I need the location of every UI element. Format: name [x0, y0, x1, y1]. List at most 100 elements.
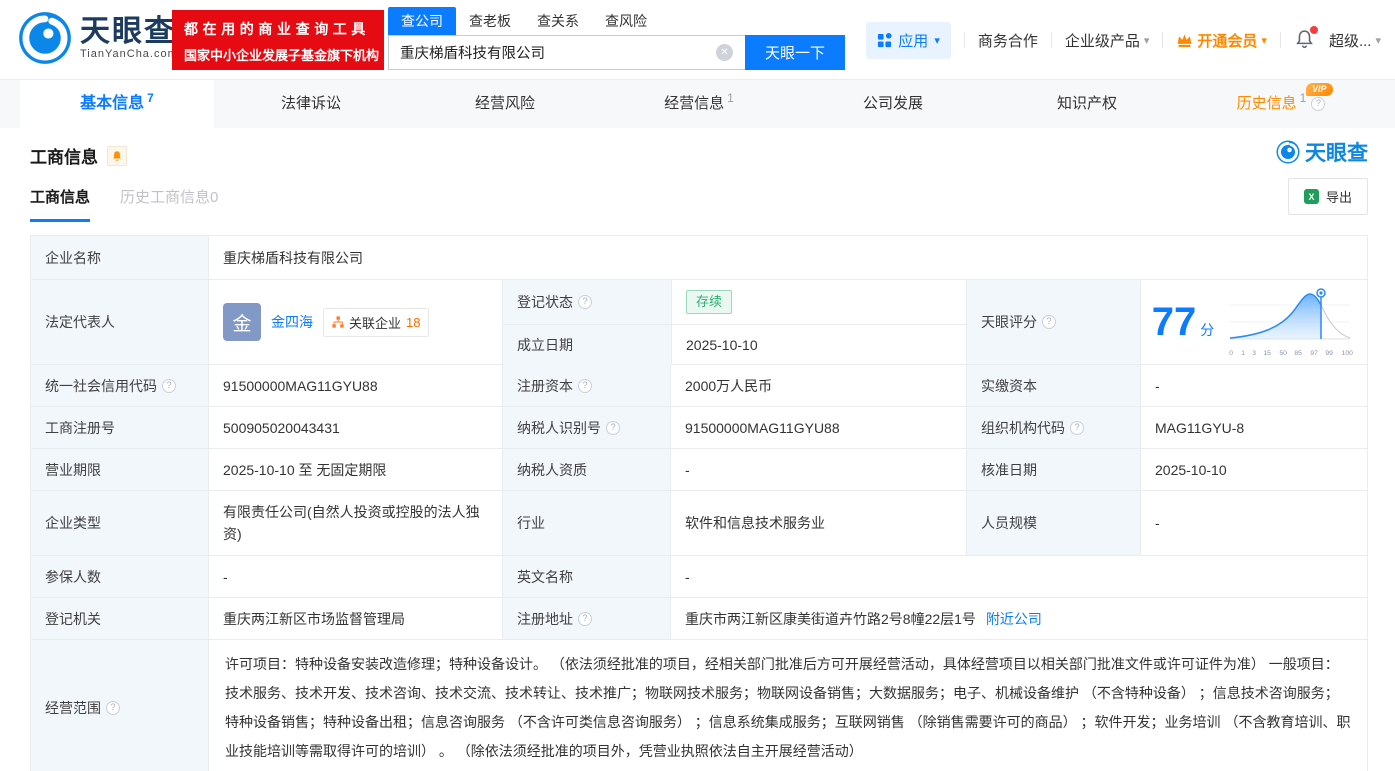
menu-divider — [1050, 32, 1052, 48]
field-org-code-value: MAG11GYU-8 — [1140, 407, 1367, 448]
help-icon[interactable] — [1311, 97, 1326, 111]
field-insured-count-label: 参保人数 — [31, 556, 208, 597]
business-info-subtabs: 工商信息 历史工商信息0 — [30, 186, 1395, 222]
tab-label: 历史信息 — [1236, 95, 1297, 112]
field-taxpayer-quality-label: 纳税人资质 — [502, 449, 670, 490]
notification-bell-icon[interactable] — [1294, 26, 1318, 52]
help-icon[interactable] — [162, 378, 176, 393]
field-company-type-label: 企业类型 — [31, 491, 208, 555]
help-icon[interactable] — [1042, 315, 1056, 329]
subtab-history-business-info[interactable]: 历史工商信息0 — [120, 186, 218, 222]
search-tab-company[interactable]: 查公司 — [388, 7, 456, 35]
notification-dot — [1309, 26, 1318, 34]
search-input[interactable] — [388, 35, 745, 70]
table-row: 经营范围 许可项目：特种设备安装改造修理；特种设备设计。 （依法须经批准的项目，… — [31, 639, 1367, 771]
table-row: 企业名称 重庆梯盾科技有限公司 — [31, 236, 1367, 279]
help-icon[interactable] — [578, 611, 592, 626]
field-english-name-label: 英文名称 — [502, 556, 670, 597]
section-title: 工商信息 — [30, 148, 98, 167]
tianyancha-watermark: 天眼查 — [1276, 137, 1368, 167]
field-reg-address-value: 重庆市两江新区康美街道卉竹路2号8幢22层1号 附近公司 — [670, 598, 1367, 639]
tab-legal-litigation[interactable]: 法律诉讼 — [214, 80, 408, 128]
tab-label: 经营风险 — [474, 95, 535, 112]
field-org-code-label: 组织机构代码 — [966, 407, 1140, 448]
tab-operation-risk[interactable]: 经营风险 — [408, 80, 602, 128]
nearby-companies-link[interactable]: 附近公司 — [986, 609, 1042, 629]
field-taxpayer-quality-value: - — [670, 449, 966, 490]
field-reg-authority-value: 重庆两江新区市场监督管理局 — [208, 598, 502, 639]
field-industry-value: 软件和信息技术服务业 — [670, 491, 966, 555]
tab-company-development[interactable]: 公司发展 — [796, 80, 990, 128]
score-number: 77 — [1151, 300, 1197, 344]
apps-menu-button[interactable]: 应用 — [866, 21, 951, 59]
score-chart-axis: 0 1 3 15 50 85 97 99 100 — [1229, 348, 1353, 357]
bell-icon — [113, 150, 121, 161]
promo-banner: 都在用的商业查询工具 国家中小企业发展子基金旗下机构 — [172, 10, 384, 70]
menu-divider — [1279, 32, 1281, 48]
help-icon[interactable] — [606, 420, 620, 435]
field-credit-code-value: 91500000MAG11GYU88 — [208, 365, 502, 406]
field-reg-number-value: 500905020043431 — [208, 407, 502, 448]
field-business-scope-label: 经营范围 — [31, 640, 208, 771]
field-english-name-value: - — [670, 556, 1367, 597]
clear-icon[interactable] — [716, 44, 733, 61]
help-icon[interactable] — [106, 701, 120, 715]
tab-label: 基本信息 — [80, 95, 145, 112]
tab-operation-info[interactable]: 经营信息 1 — [602, 80, 796, 128]
tab-basic-info[interactable]: 基本信息 7 — [20, 80, 214, 128]
banner-line1: 都在用的商业查询工具 — [184, 21, 370, 37]
vip-badge: VIP — [1306, 83, 1333, 96]
table-row: 营业期限 2025-10-10 至 无固定期限 纳税人资质 - 核准日期 202… — [31, 448, 1367, 490]
search-tab-risk[interactable]: 查风险 — [592, 7, 660, 35]
menu-cooperation[interactable]: 商务合作 — [978, 30, 1038, 51]
menu-divider — [1162, 32, 1164, 48]
field-paid-capital-label: 实缴资本 — [966, 365, 1140, 406]
help-icon[interactable] — [578, 378, 592, 393]
chevron-down-icon — [934, 34, 940, 47]
field-establish-date-label: 成立日期 — [503, 325, 671, 365]
logo-title: 天眼查 — [80, 15, 176, 48]
menu-enterprise[interactable]: 企业级产品 — [1065, 30, 1150, 51]
legal-rep-link[interactable]: 金四海 — [271, 312, 313, 332]
top-bar: 天眼查 TianYanCha.com 都在用的商业查询工具 国家中小企业发展子基… — [0, 0, 1395, 80]
menu-open-vip[interactable]: 开通会员 — [1176, 30, 1267, 51]
enterprise-label: 企业级产品 — [1064, 32, 1140, 50]
logo-text: 天眼查 TianYanCha.com — [80, 15, 178, 61]
search-tabs: 查公司 查老板 查关系 查风险 — [388, 7, 845, 35]
table-row: 统一社会信用代码 91500000MAG11GYU88 注册资本 2000万人民… — [31, 364, 1367, 406]
field-taxpayer-id-value: 91500000MAG11GYU88 — [670, 407, 966, 448]
field-company-name-value: 重庆梯盾科技有限公司 — [208, 236, 1367, 279]
field-reg-status-label: 登记状态 — [503, 280, 671, 324]
tab-history-info[interactable]: VIP 历史信息 1 — [1184, 80, 1378, 128]
subscribe-bell-button[interactable] — [107, 145, 127, 166]
tianyancha-logo[interactable]: 天眼查 TianYanCha.com — [18, 11, 178, 65]
related-companies-badge[interactable]: 关联企业 18 — [323, 307, 430, 337]
subtab-current-business-info[interactable]: 工商信息 — [30, 186, 91, 222]
search-tab-boss[interactable]: 查老板 — [456, 7, 524, 35]
address-text: 重庆市两江新区康美街道卉竹路2号8幢22层1号 — [685, 610, 976, 627]
tab-label: 公司发展 — [862, 95, 923, 112]
tab-label: 经营信息 — [664, 95, 725, 112]
field-credit-code-label: 统一社会信用代码 — [31, 365, 208, 406]
avatar[interactable]: 金 — [223, 303, 261, 341]
field-score-value[interactable]: 77 分 0 1 3 15 50 85 97 99 100 — [1140, 280, 1367, 364]
search-tab-relation[interactable]: 查关系 — [524, 7, 592, 35]
logo-swirl-icon — [1276, 140, 1300, 164]
chevron-down-icon — [1261, 34, 1267, 47]
field-business-term-label: 营业期限 — [31, 449, 208, 490]
search-button[interactable]: 天眼一下 — [745, 35, 845, 70]
export-label: 导出 — [1325, 190, 1352, 205]
help-icon[interactable] — [578, 295, 592, 309]
table-row: 法定代表人 金 金四海 关联企业 18 登记状态 ? 存续 成立日期 2025-… — [31, 279, 1367, 365]
export-button[interactable]: 导出 — [1287, 178, 1368, 215]
field-company-type-value: 有限责任公司(自然人投资或控股的法人独资) — [208, 491, 502, 555]
score-unit: 分 — [1200, 322, 1215, 338]
field-reg-address-label: 注册地址 — [502, 598, 670, 639]
help-icon[interactable] — [1070, 420, 1084, 435]
field-reg-status-value: 存续 — [671, 280, 967, 324]
crown-icon — [1178, 33, 1192, 47]
tab-intellectual-property[interactable]: 知识产权 — [990, 80, 1184, 128]
menu-super-vip[interactable]: 超级... — [1329, 30, 1381, 51]
apps-grid-icon — [878, 32, 892, 47]
logo-swirl-icon — [19, 12, 71, 64]
